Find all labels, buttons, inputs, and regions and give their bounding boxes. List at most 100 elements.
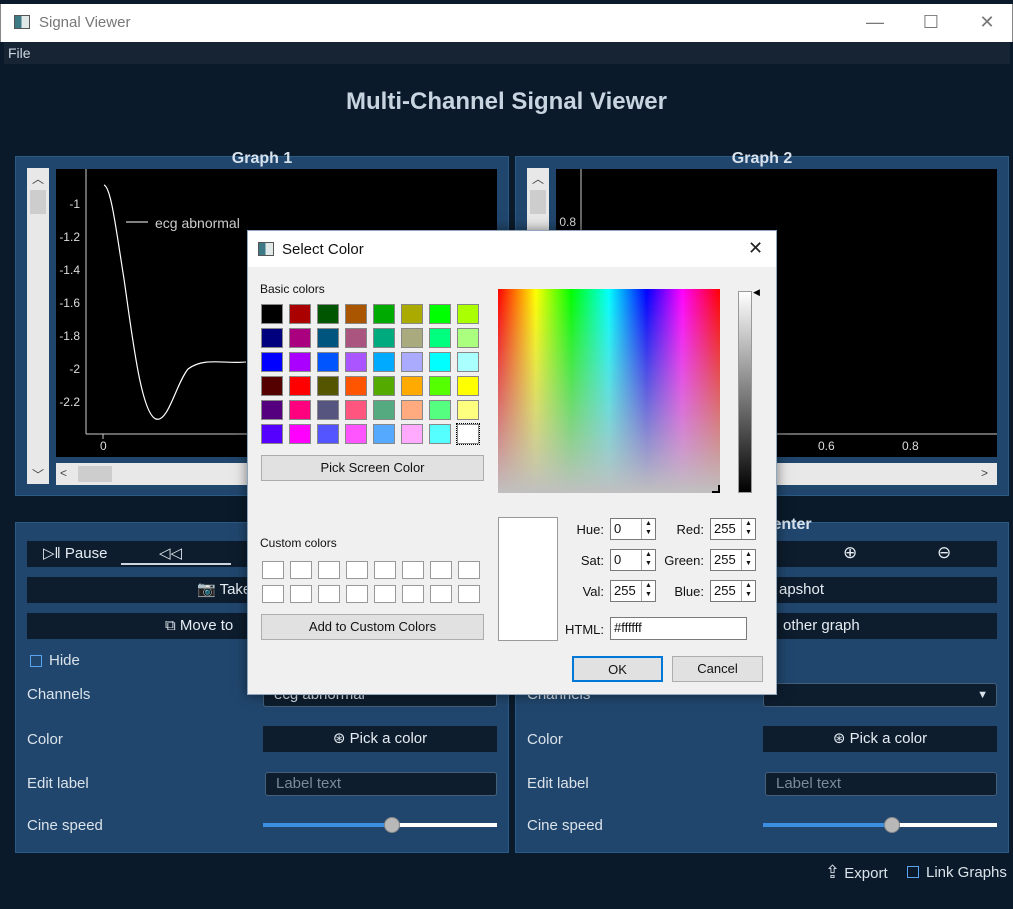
basic-color-swatch[interactable]	[401, 328, 423, 348]
cine-speed-slider[interactable]	[263, 817, 497, 833]
cine-speed-slider[interactable]	[763, 817, 997, 833]
basic-color-swatch[interactable]	[457, 400, 479, 420]
label-text-input[interactable]: Label text	[765, 772, 997, 796]
basic-color-swatch[interactable]	[456, 423, 480, 445]
basic-color-swatch[interactable]	[345, 424, 367, 444]
basic-color-swatch[interactable]	[401, 352, 423, 372]
basic-color-swatch[interactable]	[429, 328, 451, 348]
rewind-icon[interactable]: ◁◁	[159, 544, 182, 562]
basic-color-swatch[interactable]	[289, 424, 311, 444]
green-spinbox[interactable]: 255 ▲ ▼	[710, 549, 756, 571]
basic-color-swatch[interactable]	[261, 400, 283, 420]
spin-arrows-icon[interactable]: ▲ ▼	[641, 519, 655, 539]
basic-color-swatch[interactable]	[429, 400, 451, 420]
custom-color-swatch[interactable]	[374, 561, 396, 579]
hue-saturation-picker[interactable]	[498, 289, 720, 493]
basic-color-swatch[interactable]	[289, 400, 311, 420]
spin-arrows-icon[interactable]: ▲ ▼	[641, 550, 655, 570]
basic-color-swatch[interactable]	[457, 304, 479, 324]
basic-color-swatch[interactable]	[429, 304, 451, 324]
slider-handle[interactable]	[883, 817, 900, 833]
custom-color-swatch[interactable]	[430, 585, 452, 603]
pick-screen-color-button[interactable]: Pick Screen Color	[261, 455, 484, 481]
label-text-input[interactable]: Label text	[265, 772, 497, 796]
basic-color-swatch[interactable]	[429, 424, 451, 444]
custom-color-swatch[interactable]	[346, 585, 368, 603]
value-slider-arrow-icon[interactable]: ◀	[753, 287, 760, 298]
basic-color-swatch[interactable]	[317, 424, 339, 444]
basic-color-swatch[interactable]	[289, 328, 311, 348]
custom-color-swatch[interactable]	[430, 561, 452, 579]
spin-arrows-icon[interactable]: ▲ ▼	[741, 581, 755, 601]
custom-color-swatch[interactable]	[374, 585, 396, 603]
custom-color-swatch[interactable]	[318, 561, 340, 579]
html-input[interactable]: #ffffff	[610, 617, 747, 640]
graph2-vscroll-thumb[interactable]	[530, 190, 546, 214]
value-slider[interactable]	[738, 291, 752, 493]
basic-color-swatch[interactable]	[261, 352, 283, 372]
spin-arrows-icon[interactable]: ▲ ▼	[741, 519, 755, 539]
custom-color-swatch[interactable]	[346, 561, 368, 579]
basic-color-swatch[interactable]	[345, 304, 367, 324]
basic-color-swatch[interactable]	[373, 304, 395, 324]
basic-color-swatch[interactable]	[345, 376, 367, 396]
link-graphs-checkbox[interactable]	[907, 866, 919, 878]
basic-color-swatch[interactable]	[261, 328, 283, 348]
basic-color-swatch[interactable]	[261, 424, 283, 444]
spin-arrows-icon[interactable]: ▲ ▼	[741, 550, 755, 570]
basic-color-swatch[interactable]	[345, 352, 367, 372]
basic-color-swatch[interactable]	[401, 424, 423, 444]
close-button[interactable]: ✕	[959, 4, 1013, 40]
custom-color-swatch[interactable]	[458, 561, 480, 579]
channels-select[interactable]: ▼	[763, 683, 997, 707]
basic-color-swatch[interactable]	[373, 400, 395, 420]
scroll-down-icon[interactable]: ﹀	[27, 466, 49, 483]
ok-button[interactable]: OK	[572, 656, 663, 682]
scroll-up-icon[interactable]: ︿	[527, 170, 549, 187]
minimize-button[interactable]: —	[847, 4, 903, 40]
custom-color-swatch[interactable]	[262, 585, 284, 603]
custom-color-swatch[interactable]	[290, 585, 312, 603]
basic-color-swatch[interactable]	[317, 400, 339, 420]
basic-color-swatch[interactable]	[289, 376, 311, 396]
maximize-button[interactable]: ☐	[903, 4, 959, 40]
slider-handle[interactable]	[383, 817, 400, 833]
basic-color-swatch[interactable]	[373, 328, 395, 348]
graph1-vscrollbar[interactable]: ︿ ﹀	[27, 168, 49, 484]
basic-color-swatch[interactable]	[429, 352, 451, 372]
basic-color-swatch[interactable]	[317, 352, 339, 372]
basic-color-swatch[interactable]	[345, 328, 367, 348]
dialog-close-icon[interactable]: ✕	[748, 238, 763, 259]
scroll-left-icon[interactable]: <	[60, 466, 67, 480]
graph1-hscroll-thumb[interactable]	[78, 466, 112, 482]
basic-color-swatch[interactable]	[317, 376, 339, 396]
basic-color-swatch[interactable]	[317, 328, 339, 348]
graph1-vscroll-thumb[interactable]	[30, 190, 46, 214]
basic-color-swatch[interactable]	[457, 352, 479, 372]
basic-color-swatch[interactable]	[261, 304, 283, 324]
basic-color-swatch[interactable]	[345, 400, 367, 420]
spin-arrows-icon[interactable]: ▲ ▼	[641, 581, 655, 601]
sat-spinbox[interactable]: 0 ▲ ▼	[610, 549, 656, 571]
custom-color-swatch[interactable]	[402, 561, 424, 579]
red-spinbox[interactable]: 255 ▲ ▼	[710, 518, 756, 540]
blue-spinbox[interactable]: 255 ▲ ▼	[710, 580, 756, 602]
basic-color-swatch[interactable]	[457, 376, 479, 396]
basic-color-swatch[interactable]	[373, 352, 395, 372]
basic-color-swatch[interactable]	[317, 304, 339, 324]
basic-color-swatch[interactable]	[457, 328, 479, 348]
export-button[interactable]: ⇪ Export	[825, 862, 888, 883]
pick-color-button[interactable]: ⊛ Pick a color	[763, 726, 997, 752]
custom-color-swatch[interactable]	[290, 561, 312, 579]
hide-checkbox[interactable]	[30, 655, 42, 667]
basic-color-swatch[interactable]	[289, 352, 311, 372]
basic-color-swatch[interactable]	[429, 376, 451, 396]
basic-color-swatch[interactable]	[401, 304, 423, 324]
add-to-custom-colors-button[interactable]: Add to Custom Colors	[261, 614, 484, 640]
hue-spinbox[interactable]: 0 ▲ ▼	[610, 518, 656, 540]
scroll-up-icon[interactable]: ︿	[27, 170, 49, 187]
basic-color-swatch[interactable]	[401, 400, 423, 420]
custom-color-swatch[interactable]	[318, 585, 340, 603]
zoom-out-icon[interactable]: ⊖	[937, 543, 951, 563]
pick-color-button[interactable]: ⊛ Pick a color	[263, 726, 497, 752]
